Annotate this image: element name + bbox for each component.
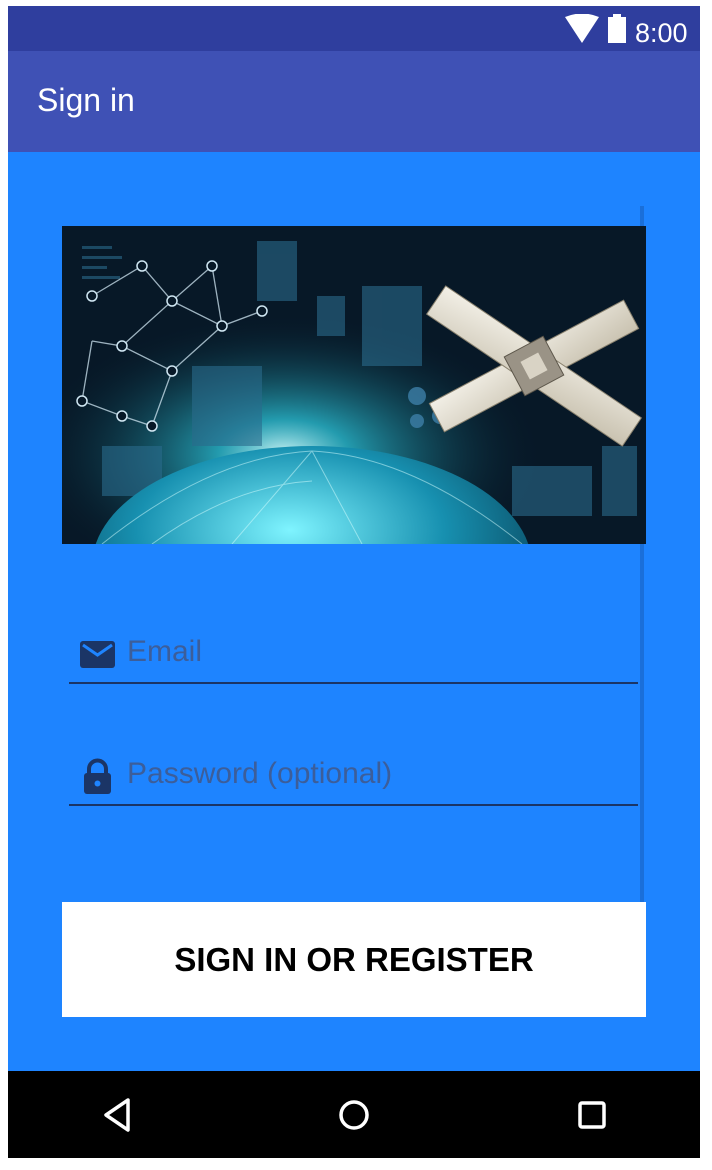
home-icon[interactable] — [330, 1091, 378, 1139]
email-field[interactable] — [69, 622, 638, 684]
android-device-screen: 8:00 Sign in Email SIGN IN OR REGISTER — [8, 6, 700, 1158]
mail-icon — [80, 641, 115, 668]
wifi-icon — [565, 14, 599, 43]
email-input[interactable] — [127, 628, 627, 676]
status-bar: 8:00 — [8, 6, 700, 51]
recents-icon[interactable] — [568, 1091, 616, 1139]
password-field[interactable] — [69, 744, 638, 806]
lock-icon — [84, 758, 111, 794]
sign-in-register-button[interactable]: SIGN IN OR REGISTER — [62, 902, 646, 1017]
password-input[interactable] — [127, 750, 627, 798]
back-icon[interactable] — [94, 1091, 142, 1139]
screenshot-frame: 8:00 Sign in Email SIGN IN OR REGISTER — [0, 0, 712, 1170]
navigation-bar — [8, 1071, 700, 1158]
sign-in-content: SIGN IN OR REGISTER — [8, 152, 700, 1071]
app-bar: Sign in — [8, 51, 700, 152]
battery-icon — [608, 14, 626, 43]
satellite-network-banner — [62, 226, 646, 544]
status-time: 8:00 — [635, 18, 688, 48]
page-title: Sign in — [37, 82, 135, 118]
